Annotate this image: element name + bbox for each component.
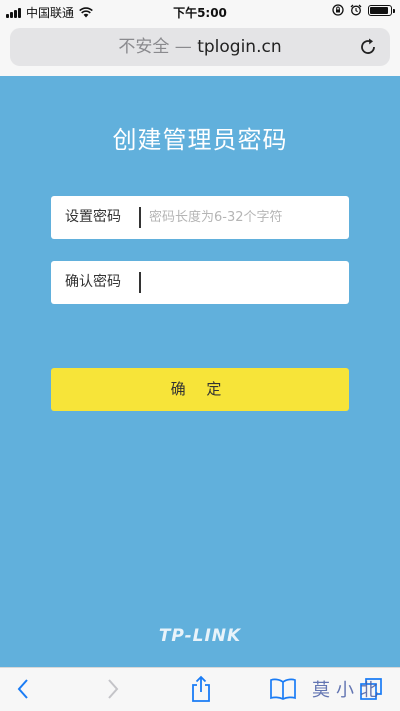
text-cursor	[139, 272, 141, 293]
bookmarks-icon	[270, 678, 296, 700]
confirm-password-field[interactable]: 确认密码	[51, 261, 349, 304]
address-separator: —	[174, 37, 192, 57]
share-button[interactable]	[186, 674, 216, 704]
battery-level	[370, 6, 388, 14]
set-password-field[interactable]: 设置密码	[51, 196, 349, 239]
alarm-icon	[350, 4, 362, 16]
address-text[interactable]: 不安全 — tplogin.cn	[10, 28, 390, 66]
page-title: 创建管理员密码	[112, 126, 288, 154]
back-button[interactable]	[8, 674, 38, 704]
reload-icon[interactable]	[358, 37, 378, 57]
address-domain: tplogin.cn	[197, 37, 282, 57]
status-right	[332, 4, 395, 16]
share-icon	[192, 675, 210, 702]
status-bar: 中国联通 下午5:00	[0, 0, 400, 24]
lock-rotation-icon	[332, 4, 344, 16]
confirm-password-input[interactable]	[149, 261, 339, 304]
browser-address-area: 不安全 — tplogin.cn	[0, 24, 400, 76]
router-setup-page: 创建管理员密码 设置密码 确认密码 确 定 TP-LINK	[0, 76, 400, 667]
text-cursor	[139, 207, 141, 228]
insecure-label: 不安全	[118, 37, 170, 57]
confirm-password-label: 确认密码	[65, 274, 121, 290]
forward-icon	[108, 679, 119, 699]
set-password-input[interactable]	[149, 196, 339, 239]
watermark: 莫小北	[312, 680, 384, 701]
tp-link-logo: TP-LINK	[158, 626, 242, 646]
confirm-button[interactable]: 确 定	[51, 368, 349, 411]
address-bar[interactable]: 不安全 — tplogin.cn	[10, 28, 390, 66]
set-password-label: 设置密码	[65, 209, 121, 225]
battery-icon	[368, 4, 395, 16]
forward-button[interactable]	[98, 674, 128, 704]
bookmarks-button[interactable]	[268, 674, 298, 704]
back-icon	[17, 679, 28, 699]
